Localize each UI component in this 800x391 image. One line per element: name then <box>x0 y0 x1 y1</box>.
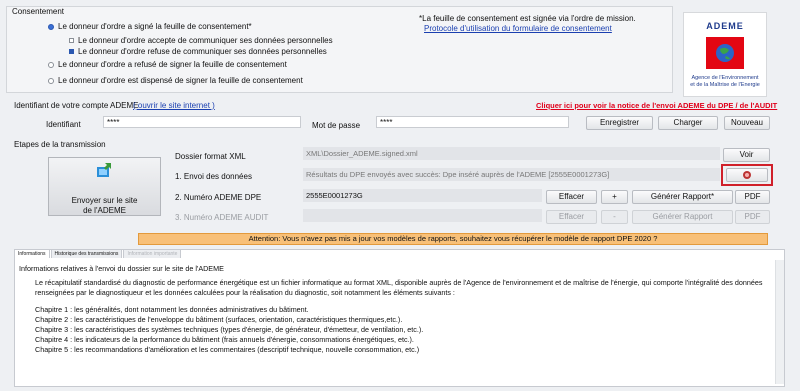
password-label: Mot de passe <box>312 121 361 130</box>
step3-generate-button: Générer Rapport <box>632 210 733 224</box>
logo-name: ADEME <box>706 21 744 31</box>
radio-dot <box>48 61 54 68</box>
radio-consent-signed[interactable]: Le donneur d'ordre a signé la feuille de… <box>48 22 252 31</box>
tab-historique[interactable]: Historique des transmissions <box>50 249 123 258</box>
radio-accept-data[interactable]: Le donneur d'ordre accepte de communique… <box>69 36 333 45</box>
step1-action-button[interactable] <box>726 168 768 182</box>
new-button[interactable]: Nouveau <box>724 116 770 130</box>
radio-dot <box>69 49 74 54</box>
step3-number-field <box>303 209 542 222</box>
send-line2: de l'ADEME <box>83 206 126 215</box>
identifiant-label: Identifiant <box>46 120 81 129</box>
ademe-logo: ADEME Agence de l'Environnement et de la… <box>683 12 767 97</box>
info-scrollbar[interactable] <box>775 260 784 384</box>
chapter-item: Chapitre 3 : les caractéristiques des sy… <box>35 325 424 334</box>
chapter-item: Chapitre 5 : les recommandations d'améli… <box>35 345 420 354</box>
chapter-item: Chapitre 2 : les caractéristiques de l'e… <box>35 315 403 324</box>
radio-exempt[interactable]: Le donneur d'ordre est dispensé de signe… <box>48 76 303 85</box>
step3-label: 3. Numéro ADEME AUDIT <box>175 213 269 222</box>
stop-icon <box>743 171 751 179</box>
voir-button[interactable]: Voir <box>723 148 770 162</box>
xml-label: Dossier format XML <box>175 152 246 161</box>
tab-information-importante[interactable]: Information importante <box>123 249 182 258</box>
step2-generate-button[interactable]: Générer Rapport* <box>632 190 733 204</box>
logo-line2: et de la Maîtrise de l'Energie <box>690 82 760 88</box>
radio-refuse-data[interactable]: Le donneur d'ordre refuse de communiquer… <box>69 47 327 56</box>
logo-globe-icon <box>706 37 744 69</box>
radio-dot <box>69 38 74 43</box>
step1-label: 1. Envoi des données <box>175 172 252 181</box>
transmission-title: Etapes de la transmission <box>14 140 106 149</box>
send-ademe-button[interactable]: Envoyer sur le site de l'ADEME <box>48 157 161 216</box>
upload-icon <box>97 163 111 177</box>
radio-dot <box>48 77 54 84</box>
send-line1: Envoyer sur le site <box>71 196 138 205</box>
step3-clear-button: Effacer <box>546 210 597 224</box>
radio-dot <box>48 23 54 30</box>
step2-number-field[interactable]: 2555E0001273G <box>303 189 542 202</box>
password-field[interactable]: **** <box>376 116 569 128</box>
step2-plus-button[interactable]: + <box>601 190 628 204</box>
info-content: Informations relatives à l'envoi du doss… <box>19 264 779 355</box>
save-button[interactable]: Enregistrer <box>586 116 653 130</box>
chapter-item: Chapitre 1 : les généralités, dont notam… <box>35 305 309 314</box>
info-heading: Informations relatives à l'envoi du doss… <box>19 264 224 273</box>
step2-label: 2. Numéro ADEME DPE <box>175 193 262 202</box>
step3-pdf-button: PDF <box>735 210 770 224</box>
consent-title: Consentement <box>12 7 65 16</box>
consent-note: *La feuille de consentement est signée v… <box>419 14 636 23</box>
chapter-item: Chapitre 4 : les indicateurs de la perfo… <box>35 335 414 344</box>
protocol-link[interactable]: Protocole d'utilisation du formulaire de… <box>424 24 612 33</box>
step3-minus-button: - <box>601 210 628 224</box>
info-tabs: Informations Historique des transmission… <box>14 249 182 258</box>
info-paragraph: Le récapitulatif standardisé du diagnost… <box>35 278 763 297</box>
radio-refused-sign[interactable]: Le donneur d'ordre a refusé de signer la… <box>48 60 287 69</box>
load-button[interactable]: Charger <box>658 116 718 130</box>
step2-pdf-button[interactable]: PDF <box>735 190 770 204</box>
account-label: Identifiant de votre compte ADEME <box>14 101 139 110</box>
step2-clear-button[interactable]: Effacer <box>546 190 597 204</box>
open-site-link[interactable]: ( ouvrir le site internet ) <box>133 101 215 110</box>
identifiant-field[interactable]: **** <box>103 116 301 128</box>
update-templates-warning[interactable]: Attention: Vous n'avez pas mis a jour vo… <box>138 233 768 245</box>
logo-line1: Agence de l'Environnement <box>691 75 759 81</box>
xml-path-field: XML\Dossier_ADEME.signed.xml <box>303 147 720 160</box>
notice-link[interactable]: Cliquer ici pour voir la notice de l'env… <box>536 101 777 110</box>
step1-result-field: Résultats du DPE envoyés avec succès: Dp… <box>303 168 720 181</box>
tab-informations[interactable]: Informations <box>14 249 50 258</box>
